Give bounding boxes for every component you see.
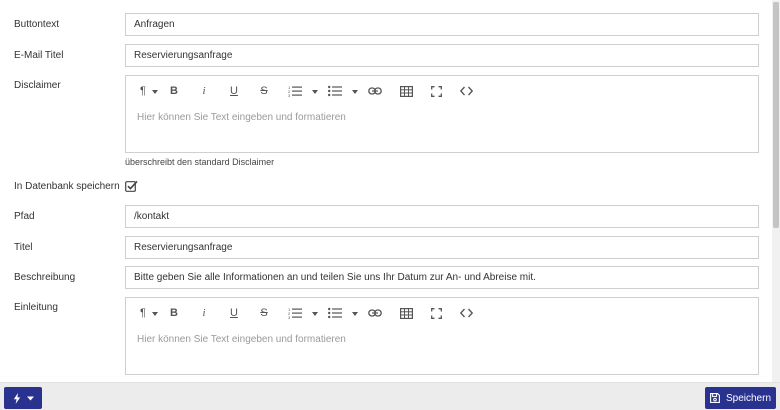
save-button-label: Speichern [725,392,772,404]
unordered-list-icon[interactable] [326,83,344,99]
disclaimer-editor[interactable]: ¶ B i U S 123 Hier können Sie Text einge… [125,75,759,153]
bottom-action-bar: Speichern [0,382,780,410]
underline-icon[interactable]: U [225,305,243,321]
form-panel: Buttontext E-Mail Titel Disclaimer ¶ B i… [0,0,772,382]
description-input[interactable] [125,266,759,289]
svg-text:3: 3 [288,315,291,319]
svg-text:3: 3 [288,93,291,97]
save-button[interactable]: Speichern [705,387,776,409]
chevron-down-icon[interactable] [152,90,158,94]
title-input[interactable] [125,236,759,259]
strikethrough-icon[interactable]: S [255,305,273,321]
fullscreen-icon[interactable] [427,83,445,99]
email-title-label: E-Mail Titel [14,50,64,61]
chevron-down-icon[interactable] [152,312,158,316]
fullscreen-icon[interactable] [427,305,445,321]
title-label: Titel [14,242,33,253]
floppy-disk-icon [710,393,720,403]
ordered-list-icon[interactable]: 123 [286,305,304,321]
chevron-down-icon[interactable] [352,312,358,316]
chevron-down-icon [26,396,34,400]
quick-actions-button[interactable] [4,387,42,409]
underline-icon[interactable]: U [225,83,243,99]
intro-editor[interactable]: ¶ B i U S 123 Hier können Sie Text einge… [125,297,759,375]
path-input[interactable] [125,205,759,228]
italic-icon[interactable]: i [195,305,213,321]
disclaimer-toolbar: ¶ B i U S 123 [126,76,758,106]
link-icon[interactable] [366,305,384,321]
disclaimer-hint: überschreibt den standard Disclaimer [125,157,275,167]
save-db-checkbox[interactable] [125,180,138,195]
intro-label: Einleitung [14,302,58,313]
buttontext-label: Buttontext [14,19,60,30]
bold-icon[interactable]: B [165,305,183,321]
paragraph-format-icon[interactable]: ¶ [134,83,152,99]
path-label: Pfad [14,211,35,222]
ordered-list-icon[interactable]: 123 [286,83,304,99]
italic-icon[interactable]: i [195,83,213,99]
disclaimer-label: Disclaimer [14,80,61,91]
intro-toolbar: ¶ B i U S 123 [126,298,758,328]
chevron-down-icon[interactable] [352,90,358,94]
unordered-list-icon[interactable] [326,305,344,321]
chevron-down-icon[interactable] [312,90,318,94]
code-view-icon[interactable] [457,305,475,321]
scrollbar-thumb[interactable] [773,2,779,228]
disclaimer-placeholder: Hier können Sie Text eingeben und format… [137,112,346,123]
description-label: Beschreibung [14,272,76,283]
save-db-label: In Datenbank speichern [14,181,120,192]
intro-placeholder: Hier können Sie Text eingeben und format… [137,334,346,345]
chevron-down-icon[interactable] [312,312,318,316]
paragraph-format-icon[interactable]: ¶ [134,305,152,321]
checkbox-checked-icon [125,180,138,192]
table-icon[interactable] [397,83,415,99]
code-view-icon[interactable] [457,83,475,99]
email-title-input[interactable] [125,44,759,67]
buttontext-input[interactable] [125,13,759,36]
strikethrough-icon[interactable]: S [255,83,273,99]
lightning-icon [13,392,20,404]
table-icon[interactable] [397,305,415,321]
bold-icon[interactable]: B [165,83,183,99]
link-icon[interactable] [366,83,384,99]
